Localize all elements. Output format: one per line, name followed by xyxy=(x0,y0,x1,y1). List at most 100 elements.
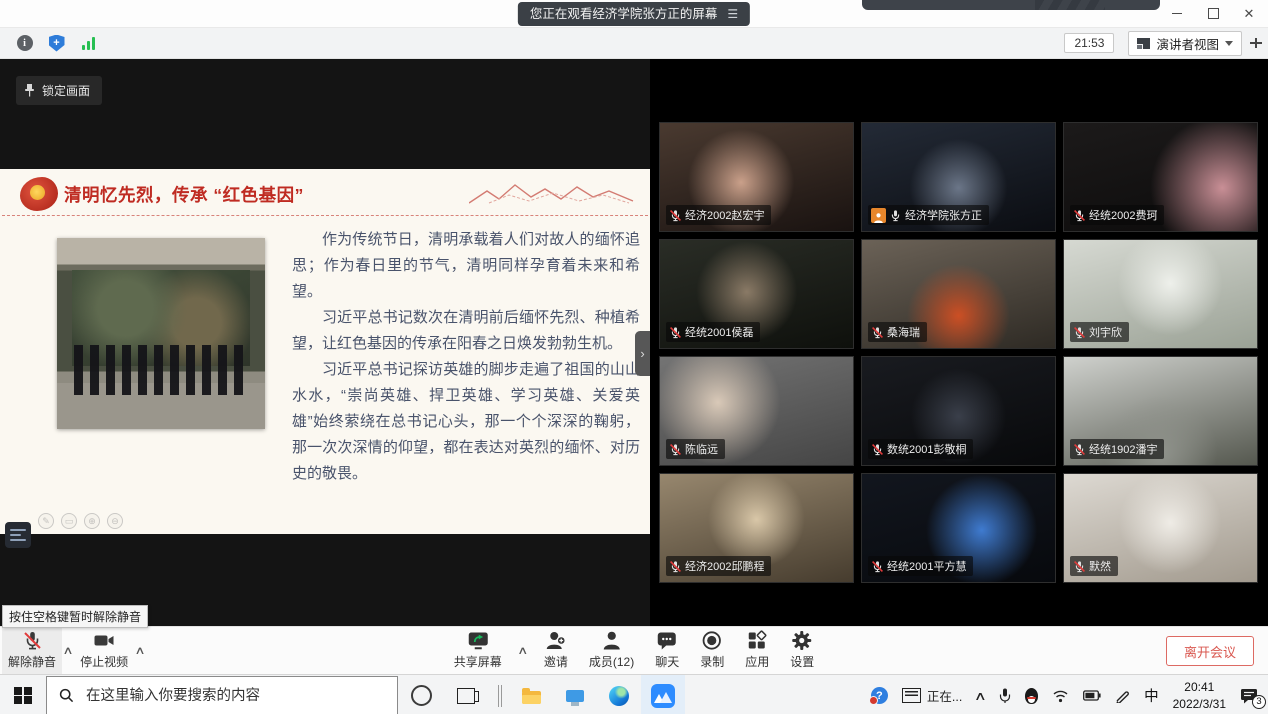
toolbar-left-group: 解除静音 ∧ 停止视频 ∧ xyxy=(0,627,146,674)
members-button[interactable]: 成员(12) xyxy=(583,627,640,674)
participant-name-tag: 数统2001彭敬桐 xyxy=(868,439,973,459)
mic-muted-icon xyxy=(871,326,884,339)
participant-video-tile[interactable]: 经统2001侯磊 xyxy=(659,239,854,349)
running-app-button[interactable]: 正在... xyxy=(896,675,968,714)
meeting-info-button[interactable]: i xyxy=(12,33,37,54)
tray-mic-button[interactable] xyxy=(993,675,1017,714)
task-view-button[interactable] xyxy=(444,675,488,714)
participant-video-tile[interactable]: 数统2001彭敬桐 xyxy=(861,356,1056,466)
participant-video-tile[interactable]: 陈临远 xyxy=(659,356,854,466)
mountain-deco-icon xyxy=(469,179,634,207)
main-content: 锁定画面 清明忆先烈，传承 “红色基因” 作为传统节日，清明承 xyxy=(0,59,1268,626)
record-button[interactable]: 录制 xyxy=(694,627,730,674)
share-screen-button[interactable]: 共享屏幕 xyxy=(448,627,508,674)
apps-button[interactable]: 应用 xyxy=(739,627,775,674)
participant-video-tile[interactable]: 经济2002邱鹏程 xyxy=(659,473,854,583)
file-explorer-button[interactable] xyxy=(509,675,553,714)
view-mode-label: 演讲者视图 xyxy=(1156,34,1219,53)
pin-view-button[interactable]: 锁定画面 xyxy=(16,76,102,105)
pen-icon xyxy=(1115,689,1130,703)
presentation-slide: 清明忆先烈，传承 “红色基因” 作为传统节日，清明承载着人们对故人的缅怀追思；作… xyxy=(0,169,650,534)
slide-header: 清明忆先烈，传承 “红色基因” xyxy=(2,169,648,216)
unmute-options-chevron[interactable]: ∧ xyxy=(60,644,77,657)
participant-name: 经济学院张方正 xyxy=(905,207,982,223)
unmute-label: 解除静音 xyxy=(8,653,56,670)
view-mode-button[interactable]: 演讲者视图 xyxy=(1128,31,1242,56)
pencil-annotate-icon[interactable]: ✎ xyxy=(38,513,54,529)
mic-muted-icon xyxy=(889,209,902,222)
ime-indicator[interactable]: 中 xyxy=(1138,675,1165,714)
mic-muted-icon xyxy=(1073,443,1086,456)
action-center-button[interactable]: 3 xyxy=(1234,675,1264,714)
video-options-chevron[interactable]: ∧ xyxy=(132,644,149,657)
annotation-toolbar: ✎ ▭ ⊕ ⊖ xyxy=(38,513,123,529)
slide-paragraph: 习近平总书记探访英雄的脚步走遍了祖国的山山水水，“崇尚英雄、捍卫英雄、学习英雄、… xyxy=(292,357,640,487)
annotation-panel-toggle[interactable] xyxy=(5,522,31,548)
maximize-button[interactable] xyxy=(1200,3,1226,23)
cortana-button[interactable] xyxy=(398,675,444,714)
meeting-info-bar: i + 21:53 演讲者视图 xyxy=(0,28,1268,59)
slide-paragraph: 作为传统节日，清明承载着人们对故人的缅怀追思；作为春日里的节气，清明同样孕育着未… xyxy=(292,227,640,305)
participant-video-tile[interactable]: 默然 xyxy=(1063,473,1258,583)
minimize-icon xyxy=(1172,13,1182,14)
pen-tray-button[interactable] xyxy=(1109,675,1136,714)
start-button[interactable] xyxy=(0,675,46,714)
participant-grid: 经济2002赵宏宇 经济学院张方正 xyxy=(650,59,1268,583)
tray-expand-button[interactable]: ∧ xyxy=(970,675,991,714)
task-view-icon xyxy=(457,688,475,704)
share-options-chevron[interactable]: ∧ xyxy=(514,644,531,657)
participant-video-tile[interactable]: 经统2002费珂 xyxy=(1063,122,1258,232)
participant-video-tile[interactable]: 经统1902潘宇 xyxy=(1063,356,1258,466)
search-input[interactable] xyxy=(84,687,368,705)
apps-label: 应用 xyxy=(745,653,769,670)
more-menu-icon[interactable]: ☰ xyxy=(727,6,738,22)
record-icon xyxy=(701,630,723,651)
mic-muted-icon xyxy=(1073,560,1086,573)
search-icon xyxy=(59,688,74,703)
screen-viewing-banner[interactable]: 您正在观看经济学院张方正的屏幕 ☰ xyxy=(518,2,750,26)
taskbar-search[interactable] xyxy=(46,676,398,714)
edge-browser-button[interactable] xyxy=(597,675,641,714)
participant-name: 经济2002赵宏宇 xyxy=(685,207,764,223)
chat-bubble-icon xyxy=(656,630,678,651)
participant-video-tile[interactable]: 经统2001平方慧 xyxy=(861,473,1056,583)
meeting-app-button[interactable] xyxy=(641,675,685,714)
shield-protect-icon: + xyxy=(49,35,65,52)
unmute-button[interactable]: 解除静音 xyxy=(2,627,62,674)
network-status-button[interactable] xyxy=(76,33,101,54)
floating-toolbar-collapsed[interactable] xyxy=(862,0,1160,10)
help-badge-icon: ? xyxy=(871,687,888,704)
meeting-status-icons: i + xyxy=(12,33,101,54)
help-tray-button[interactable]: ? xyxy=(865,675,894,714)
minimize-button[interactable] xyxy=(1164,3,1190,23)
participant-name: 经统2001侯磊 xyxy=(685,324,753,340)
qq-tray-button[interactable] xyxy=(1019,675,1044,714)
participant-video-tile[interactable]: 桑海瑞 xyxy=(861,239,1056,349)
participant-video-tile[interactable]: 经济学院张方正 xyxy=(861,122,1056,232)
chat-button[interactable]: 聊天 xyxy=(649,627,685,674)
zoom-out-icon[interactable]: ⊖ xyxy=(107,513,123,529)
slide-title: 清明忆先烈，传承 “红色基因” xyxy=(64,182,304,207)
invite-button[interactable]: 邀请 xyxy=(538,627,574,674)
panel-expand-handle[interactable]: › xyxy=(635,331,650,376)
battery-tray-button[interactable] xyxy=(1077,675,1107,714)
close-icon: ✕ xyxy=(1244,7,1255,20)
network-tray-button[interactable] xyxy=(1046,675,1075,714)
record-label: 录制 xyxy=(700,653,724,670)
participant-video-tile[interactable]: 经济2002赵宏宇 xyxy=(659,122,854,232)
participant-name-tag: 经济2002赵宏宇 xyxy=(666,205,771,225)
zoom-in-icon[interactable]: ⊕ xyxy=(84,513,100,529)
slide-text-block: 作为传统节日，清明承载着人们对故人的缅怀追思；作为春日里的节气，清明同样孕育着未… xyxy=(292,227,640,487)
close-button[interactable]: ✕ xyxy=(1236,3,1262,23)
info-icon: i xyxy=(17,35,33,51)
leave-meeting-button[interactable]: 离开会议 xyxy=(1166,636,1254,666)
shape-annotate-icon[interactable]: ▭ xyxy=(61,513,77,529)
this-pc-button[interactable] xyxy=(553,675,597,714)
chevron-up-icon: ∧ xyxy=(974,689,987,703)
stop-video-button[interactable]: 停止视频 xyxy=(74,627,134,674)
meeting-protect-button[interactable]: + xyxy=(44,33,69,54)
participant-video-tile[interactable]: 刘宇欣 xyxy=(1063,239,1258,349)
taskbar-clock[interactable]: 20:41 2022/3/31 xyxy=(1167,675,1232,714)
settings-button[interactable]: 设置 xyxy=(784,627,820,674)
participant-name: 经统2002费珂 xyxy=(1089,207,1157,223)
